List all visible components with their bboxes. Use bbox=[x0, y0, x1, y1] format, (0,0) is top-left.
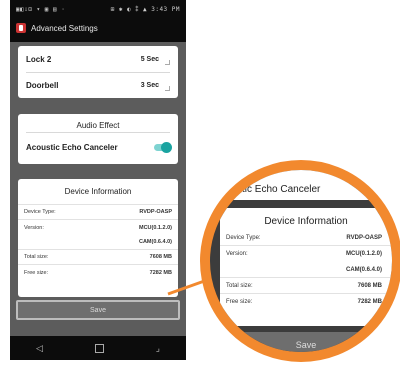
magnifier-row: Total size: 7608 MB bbox=[220, 278, 392, 294]
magnifier-row: CAM(0.6.4.0) bbox=[220, 262, 392, 278]
magnifier-row: Version: MCU(0.1.2.0) bbox=[220, 246, 392, 262]
info-label: Version: bbox=[226, 251, 248, 257]
info-value: 7608 MB bbox=[149, 254, 172, 260]
status-icons-right: ⊞ ✱ ◐ ⁑ ▲ 3:43 PM bbox=[110, 5, 180, 13]
app-logo-icon bbox=[16, 23, 26, 33]
lock2-row[interactable]: Lock 2 5 Sec bbox=[18, 46, 178, 72]
audio-effect-title: Audio Effect bbox=[76, 121, 120, 130]
app-bar-title: Advanced Settings bbox=[31, 23, 98, 33]
save-button[interactable]: Save bbox=[16, 300, 180, 320]
recents-icon[interactable]: ⌟ bbox=[156, 343, 160, 354]
doorbell-label: Doorbell bbox=[26, 81, 59, 90]
info-label: Total size: bbox=[24, 254, 49, 260]
info-value: RVDP-OASP bbox=[139, 209, 172, 215]
device-info-title: Device Information bbox=[18, 179, 178, 205]
magnifier-device-title: Device Information bbox=[264, 216, 348, 227]
info-value: 7282 MB bbox=[357, 299, 382, 305]
lock2-label: Lock 2 bbox=[26, 54, 52, 64]
info-label: Total size: bbox=[226, 282, 253, 289]
status-icons-left: ▣◧⇩⊡ ▾ ▣ ▤ · bbox=[16, 5, 66, 13]
info-value: RVDP-OASP bbox=[346, 234, 382, 241]
status-bar: ▣◧⇩⊡ ▾ ▣ ▤ · ⊞ ✱ ◐ ⁑ ▲ 3:43 PM bbox=[10, 0, 186, 18]
free-size-row: Free size: 7282 MB bbox=[18, 265, 178, 280]
device-info-card: Device Information Device Type: RVDP-OAS… bbox=[18, 179, 178, 297]
doorbell-row[interactable]: Doorbell 3 Sec bbox=[18, 73, 178, 98]
info-label: Free size: bbox=[24, 269, 49, 276]
magnifier-aec-text: tic Echo Canceler bbox=[242, 184, 321, 195]
info-value: CAM(0.6.4.0) bbox=[345, 266, 382, 273]
info-label: Device Type: bbox=[226, 234, 261, 241]
device-type-row: Device Type: RVDP-OASP bbox=[18, 205, 178, 220]
magnifier-callout: tic Echo Canceler Device Information Dev… bbox=[200, 160, 400, 362]
nav-bar: ◁ ⌟ bbox=[10, 336, 186, 360]
version-cam-row: CAM(0.6.4.0) bbox=[18, 235, 178, 250]
lock2-value[interactable]: 5 Sec bbox=[141, 56, 159, 63]
info-value: 7608 MB bbox=[357, 282, 382, 289]
magnifier-save-button: Save bbox=[220, 332, 392, 352]
aec-row: Acoustic Echo Canceler bbox=[18, 133, 178, 161]
doorbell-value[interactable]: 3 Sec bbox=[141, 82, 159, 89]
magnifier-row: Device Type: RVDP-OASP bbox=[220, 230, 392, 246]
dropdown-corner-icon bbox=[165, 59, 170, 65]
total-size-row: Total size: 7608 MB bbox=[18, 250, 178, 265]
info-label: Version: bbox=[24, 224, 44, 231]
phone-screen: ▣◧⇩⊡ ▾ ▣ ▤ · ⊞ ✱ ◐ ⁑ ▲ 3:43 PM Advanced … bbox=[10, 0, 186, 360]
toggle-knob bbox=[161, 141, 172, 153]
magnifier-device-panel: Device Information Device Type: RVDP-OAS… bbox=[220, 208, 392, 326]
version-row: Version: MCU(0.1.2.0) bbox=[18, 220, 178, 235]
app-bar: Advanced Settings bbox=[10, 18, 186, 38]
magnifier-top-strip: tic Echo Canceler bbox=[210, 170, 392, 200]
info-label: Device Type: bbox=[24, 209, 56, 215]
back-triangle-icon[interactable]: ◁ bbox=[36, 343, 43, 354]
home-square-icon[interactable] bbox=[94, 343, 104, 353]
audio-effect-card: Audio Effect Acoustic Echo Canceler bbox=[18, 114, 178, 164]
info-value: MCU(0.1.2.0) bbox=[138, 224, 172, 231]
info-label: Free size: bbox=[226, 299, 253, 305]
magnifier-content: tic Echo Canceler Device Information Dev… bbox=[210, 170, 392, 352]
info-value: CAM(0.6.4.0) bbox=[138, 239, 172, 245]
settings-content: Lock 2 5 Sec Doorbell 3 Sec Audio Effect… bbox=[10, 42, 186, 336]
aec-label: Acoustic Echo Canceler bbox=[26, 142, 118, 152]
timing-card: Lock 2 5 Sec Doorbell 3 Sec bbox=[18, 46, 178, 98]
dropdown-corner-icon bbox=[165, 86, 170, 91]
magnifier-row: Free size: 7282 MB bbox=[220, 294, 392, 310]
aec-toggle[interactable] bbox=[154, 141, 172, 153]
info-value: MCU(0.1.2.0) bbox=[345, 251, 382, 257]
